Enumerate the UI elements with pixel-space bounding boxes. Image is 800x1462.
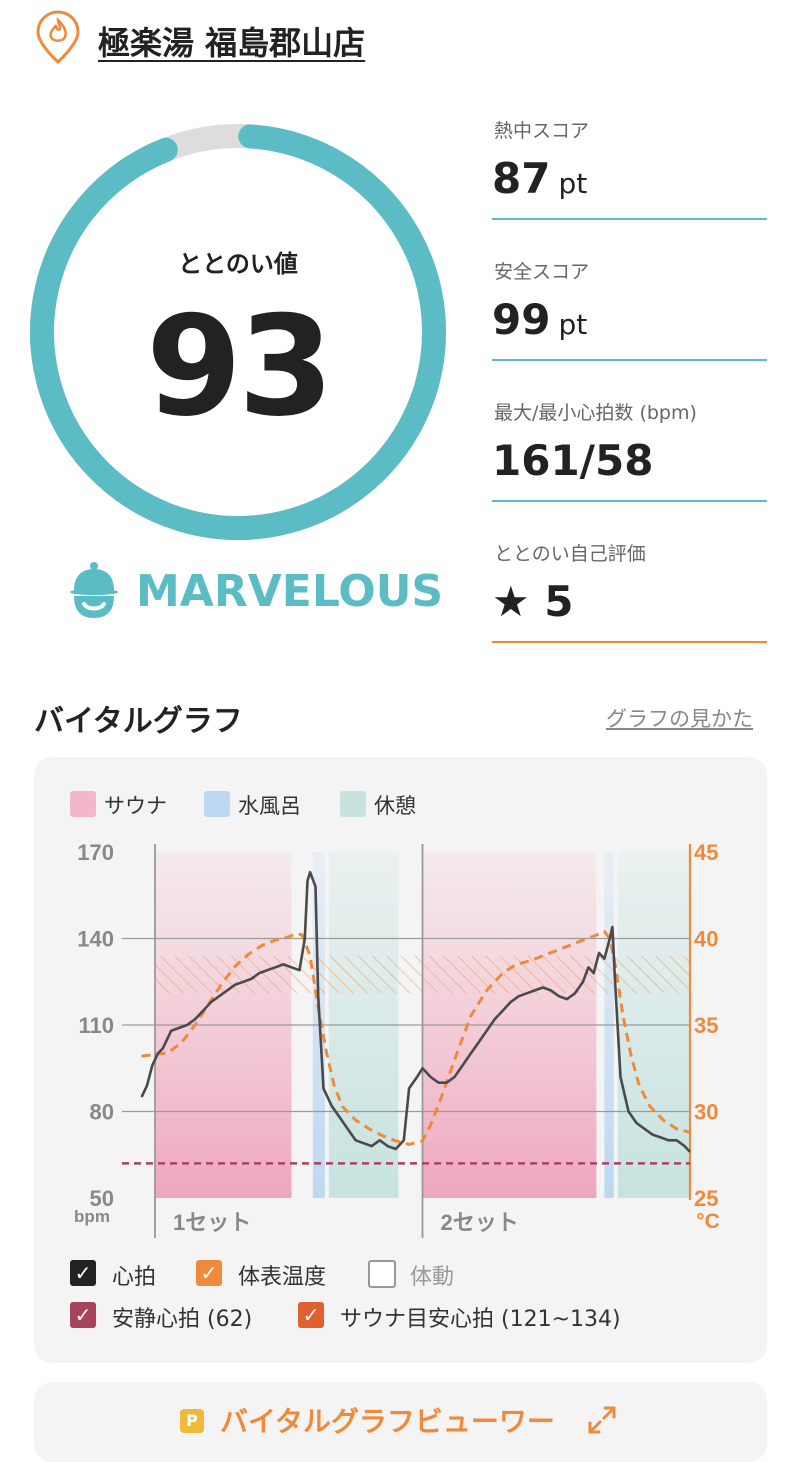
vital-chart: 1701401108050 4540353025 1セット 2セット bpm °C [74, 840, 720, 1238]
viewer-label: バイタルグラフビューワー [220, 1405, 555, 1438]
legend-label-sauna: サウナ [104, 794, 167, 818]
checkbox-heart-rate[interactable]: ✓ [70, 1260, 96, 1286]
self-rating: ととのい自己評価 ★ 5 [492, 539, 767, 659]
score-label: 熱中スコア [494, 120, 590, 142]
right-tick-label: 30 [694, 1100, 718, 1125]
right-axis-ticks: 45 40 35 30 25 [694, 840, 718, 1211]
right-tick-label: 25 [694, 1186, 718, 1211]
set-labels: 1セット 2セット [173, 1210, 519, 1235]
score-label: 安全スコア [494, 261, 590, 283]
safety-score: 安全スコア 99 pt [492, 257, 767, 377]
legend-label-rest: 休憩 [374, 794, 416, 818]
checkbox-movement[interactable] [368, 1260, 396, 1288]
left-tick-label: 170 [77, 840, 114, 865]
totonoi-rank: MARVELOUS [136, 566, 444, 617]
divider [492, 641, 767, 643]
checkbox-sauna-target-hr[interactable]: ✓ [298, 1302, 324, 1328]
legend-label-cold-bath: 水風呂 [238, 794, 301, 818]
heart-rate-range: 最大/最小心拍数 (bpm) 161/58 [492, 398, 767, 518]
premium-badge: P [180, 1409, 204, 1433]
left-axis-ticks: 1701401108050 [77, 840, 114, 1211]
right-tick-label: 35 [694, 1013, 718, 1038]
right-axis-unit: °C [696, 1210, 720, 1233]
score-value: ★ 5 [492, 577, 574, 626]
left-tick-label: 140 [77, 927, 114, 952]
checkbox-label: 体動 [410, 1265, 455, 1290]
totonoi-value: 93 [145, 286, 334, 447]
legend-swatch-cold-bath [204, 791, 230, 817]
legend-swatch-sauna [70, 791, 96, 817]
left-tick-label: 110 [79, 1013, 115, 1038]
score-value: 99 pt [492, 295, 588, 344]
sauna-hat-face-icon [70, 562, 118, 618]
checkbox-label: 体表温度 [238, 1265, 327, 1290]
score-value: 87 pt [492, 154, 588, 203]
flame-pin-icon [36, 10, 80, 65]
divider [492, 359, 767, 361]
legend-swatch-rest [340, 791, 366, 817]
set-label: 2セット [441, 1210, 519, 1235]
right-tick-label: 40 [694, 927, 718, 952]
section-title: バイタルグラフ [34, 704, 243, 739]
score-value: 161/58 [492, 436, 654, 485]
expand-arrows-icon [588, 1406, 616, 1434]
score-label: ととのい自己評価 [494, 543, 646, 565]
graph-help-link[interactable]: グラフの見かた [606, 703, 753, 733]
checkbox-label: 心拍 [112, 1265, 157, 1290]
divider [492, 500, 767, 502]
left-axis-unit: bpm [74, 1207, 110, 1226]
checkbox-resting-hr[interactable]: ✓ [70, 1302, 96, 1328]
set-label: 1セット [173, 1210, 251, 1235]
left-tick-label: 80 [90, 1100, 114, 1125]
checkbox-skin-temp[interactable]: ✓ [196, 1260, 222, 1286]
divider [492, 218, 767, 220]
heat-score: 熱中スコア 87 pt [492, 116, 767, 236]
totonoi-label: ととのい値 [178, 250, 298, 278]
score-label: 最大/最小心拍数 (bpm) [494, 402, 697, 424]
venue-name-link[interactable]: 極楽湯 福島郡山店 [98, 18, 365, 64]
right-tick-label: 45 [694, 840, 718, 865]
checkbox-label: サウナ目安心拍 (121~134) [340, 1307, 621, 1332]
checkbox-label: 安静心拍 (62) [112, 1307, 253, 1332]
